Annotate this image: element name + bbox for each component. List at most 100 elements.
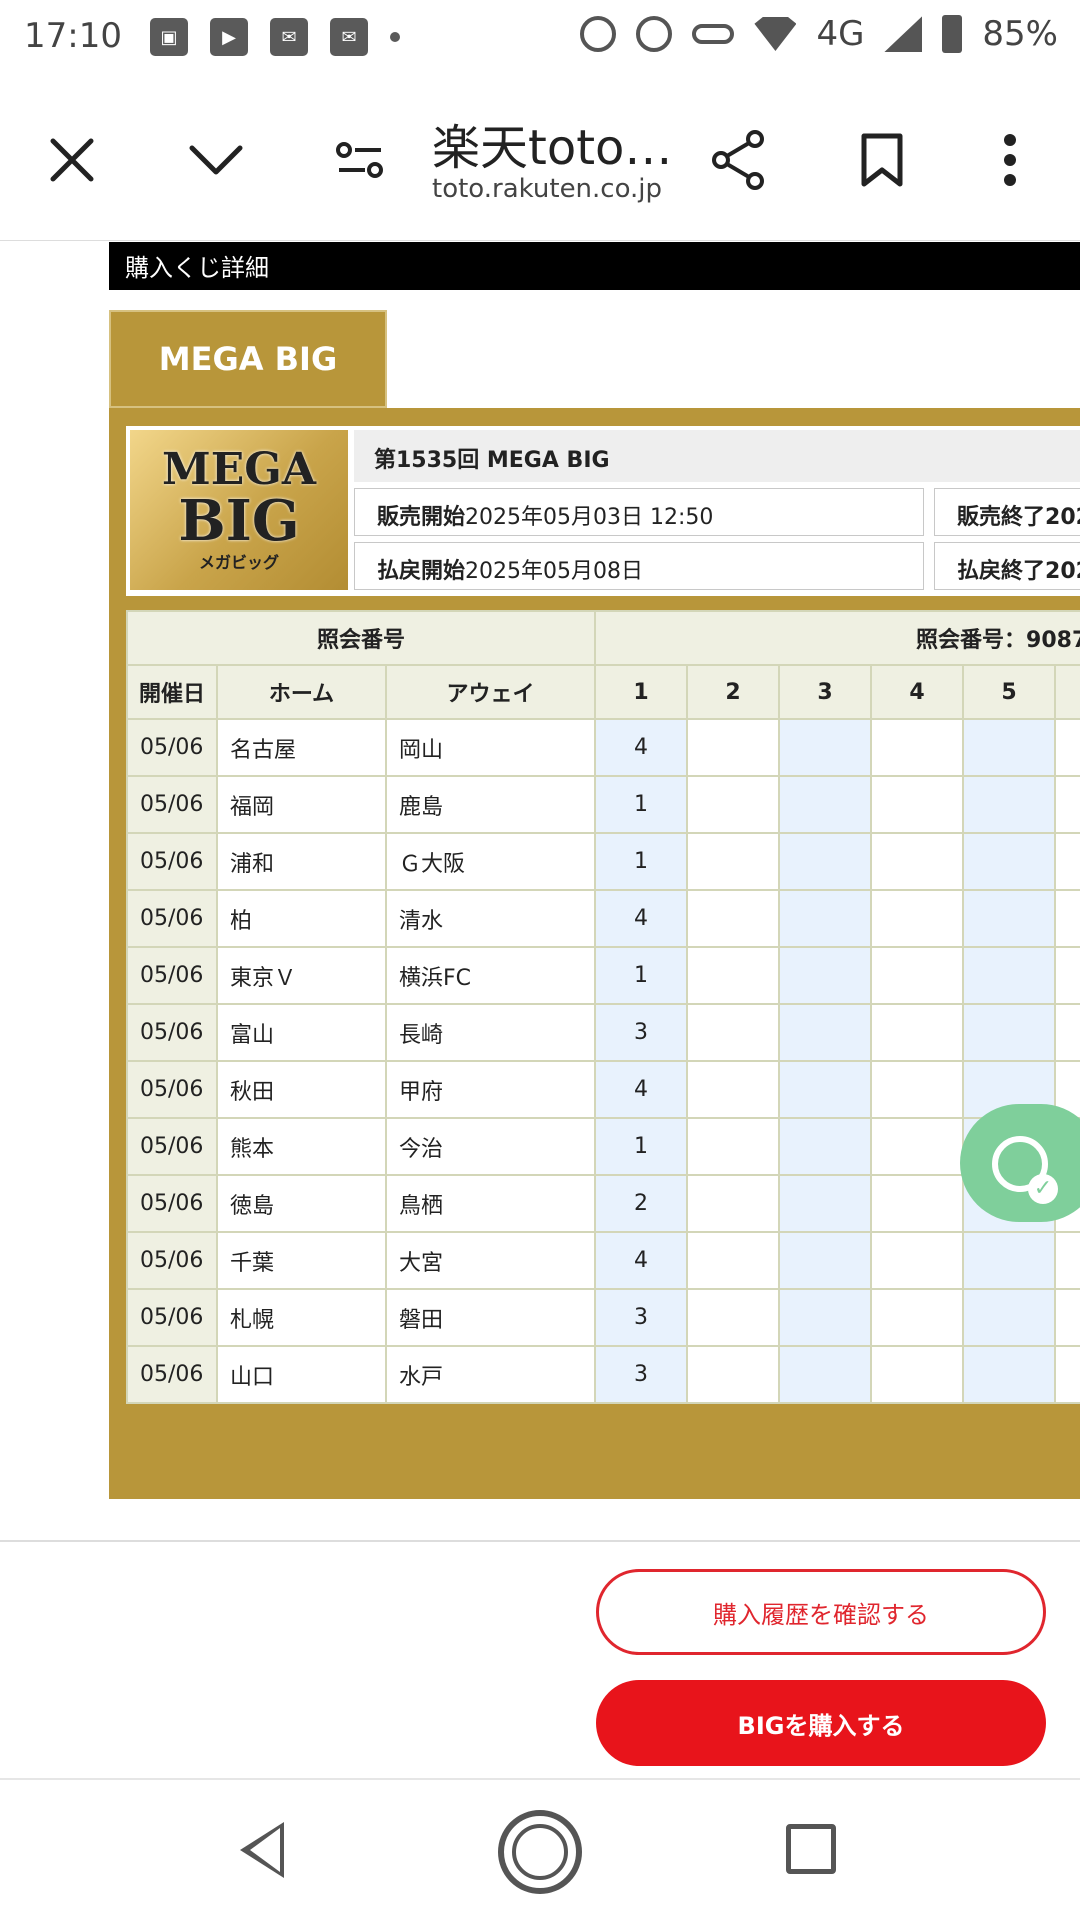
pick-1: 1 xyxy=(594,1117,689,1176)
away-team: 横浜FC xyxy=(384,946,597,1005)
browser-toolbar: 楽天toto… toto.rakuten.co.jp xyxy=(0,80,1080,241)
pick-1: 2 xyxy=(594,1174,689,1233)
page-url[interactable]: toto.rakuten.co.jp xyxy=(432,174,662,204)
check-icon: ✓ xyxy=(1028,1174,1058,1204)
table-row: 05/06 柏清水 4 xyxy=(126,889,1080,948)
pick-5 xyxy=(962,889,1057,948)
col-date: 開催日 xyxy=(126,664,218,720)
status-bar: 17:10 ▣ ▶ ✉ ✉ 4G 85% xyxy=(0,0,1080,80)
pick-5 xyxy=(962,718,1057,777)
close-icon xyxy=(50,138,94,182)
match-date: 05/06 xyxy=(126,946,218,1005)
au-mail-icon: ✉ xyxy=(330,18,368,56)
more-vert-icon xyxy=(1004,134,1016,186)
pick-4 xyxy=(870,718,965,777)
pick-5 xyxy=(962,1231,1057,1290)
table-row: 05/06 徳島 鳥栖 2 xyxy=(126,1174,1080,1233)
pick-6 xyxy=(1054,889,1080,948)
tune-icon xyxy=(336,142,383,178)
pick-3 xyxy=(778,1003,873,1062)
pick-6 xyxy=(1054,832,1080,891)
reference-label: 照会番号 xyxy=(125,610,597,666)
pick-3 xyxy=(778,1231,873,1290)
col-home: ホーム xyxy=(216,664,387,720)
away-team: 水戸 xyxy=(384,1345,597,1404)
away-team: 長崎 xyxy=(384,1003,597,1062)
pick-6 xyxy=(1054,1003,1080,1062)
pick-5 xyxy=(962,775,1057,834)
pick-4 xyxy=(870,889,965,948)
pick-2 xyxy=(686,1003,781,1062)
col-3: 3 xyxy=(778,664,873,720)
bookmark-button[interactable] xyxy=(842,120,922,200)
table-row: 05/06 福岡 鹿島 1 xyxy=(126,775,1080,834)
pick-1: 3 xyxy=(594,1003,689,1062)
home-team: 山口 xyxy=(216,1345,387,1404)
col-6 xyxy=(1054,664,1080,720)
pick-6 xyxy=(1054,1345,1080,1404)
pick-3 xyxy=(778,775,873,834)
pick-1: 4 xyxy=(594,889,689,948)
battery-icon xyxy=(942,15,963,53)
pick-2 xyxy=(686,718,781,777)
divider xyxy=(0,1540,1080,1542)
pick-6 xyxy=(1054,1231,1080,1290)
home-team: 熊本 xyxy=(216,1117,387,1176)
tab-mega-big[interactable]: MEGA BIG xyxy=(109,310,387,408)
home-team: 名古屋 xyxy=(216,718,387,777)
buy-big-button[interactable]: BIGを購入する xyxy=(596,1680,1046,1766)
pick-2 xyxy=(686,1288,781,1347)
home-team: 福岡 xyxy=(216,775,387,834)
data-saver-icon xyxy=(636,16,673,52)
away-team: 岡山 xyxy=(384,718,597,777)
more-options-button[interactable] xyxy=(970,120,1050,200)
table-row: 05/06 札幌 磐田 3 xyxy=(126,1288,1080,1347)
pick-3 xyxy=(778,832,873,891)
home-team: 札幌 xyxy=(216,1288,387,1347)
pick-1: 1 xyxy=(594,832,689,891)
match-date: 05/06 xyxy=(126,1231,218,1290)
pick-2 xyxy=(686,832,781,891)
pick-3 xyxy=(778,946,873,1005)
table-row: 05/06 東京Ｖ 横浜FC 1 xyxy=(126,946,1080,1005)
network-type: 4G xyxy=(816,14,865,54)
web-content: 購入くじ詳細 MEGA BIG MEGA BIG メガビッグ 第1535回 ME… xyxy=(0,240,1080,1540)
reference-number: 照会番号：9087- xyxy=(594,610,1080,666)
site-settings-button[interactable] xyxy=(320,120,400,200)
pick-4 xyxy=(870,775,965,834)
table-row: 05/06 秋田 甲府 4 xyxy=(126,1060,1080,1119)
match-date: 05/06 xyxy=(126,1060,218,1119)
pick-4 xyxy=(870,832,965,891)
purchase-history-button[interactable]: 購入履歴を確認する xyxy=(596,1569,1046,1655)
share-button[interactable] xyxy=(698,120,778,200)
match-date: 05/06 xyxy=(126,1003,218,1062)
pick-4 xyxy=(870,1003,965,1062)
col-4: 4 xyxy=(870,664,965,720)
image-icon: ▣ xyxy=(150,18,188,56)
pick-3 xyxy=(778,1288,873,1347)
pick-2 xyxy=(686,889,781,948)
au-mail-icon: ✉ xyxy=(270,18,308,56)
pick-3 xyxy=(778,1060,873,1119)
pick-2 xyxy=(686,1117,781,1176)
away-team: 鹿島 xyxy=(384,775,597,834)
pick-5 xyxy=(962,946,1057,1005)
translate-button[interactable]: ✓ xyxy=(960,1104,1080,1222)
alarm-icon xyxy=(580,16,617,52)
away-team: Ｇ大阪 xyxy=(384,832,597,891)
pick-5 xyxy=(962,1345,1057,1404)
home-team: 柏 xyxy=(216,889,387,948)
minimize-button[interactable] xyxy=(176,120,256,200)
home-team: 徳島 xyxy=(216,1174,387,1233)
home-team: 秋田 xyxy=(216,1060,387,1119)
close-button[interactable] xyxy=(32,120,112,200)
pick-3 xyxy=(778,1345,873,1404)
recent-apps-icon[interactable] xyxy=(786,1824,836,1874)
match-date: 05/06 xyxy=(126,1288,218,1347)
away-team: 鳥栖 xyxy=(384,1174,597,1233)
payout-start: 払戻開始2025年05月08日 xyxy=(354,542,924,590)
pick-5 xyxy=(962,1288,1057,1347)
mega-big-logo: MEGA BIG メガビッグ xyxy=(130,430,348,590)
ticket-table: 照会番号 照会番号：9087- 開催日 ホーム アウェイ 1 2 3 4 5 0… xyxy=(125,610,1080,1404)
vpn-key-icon xyxy=(692,24,735,44)
